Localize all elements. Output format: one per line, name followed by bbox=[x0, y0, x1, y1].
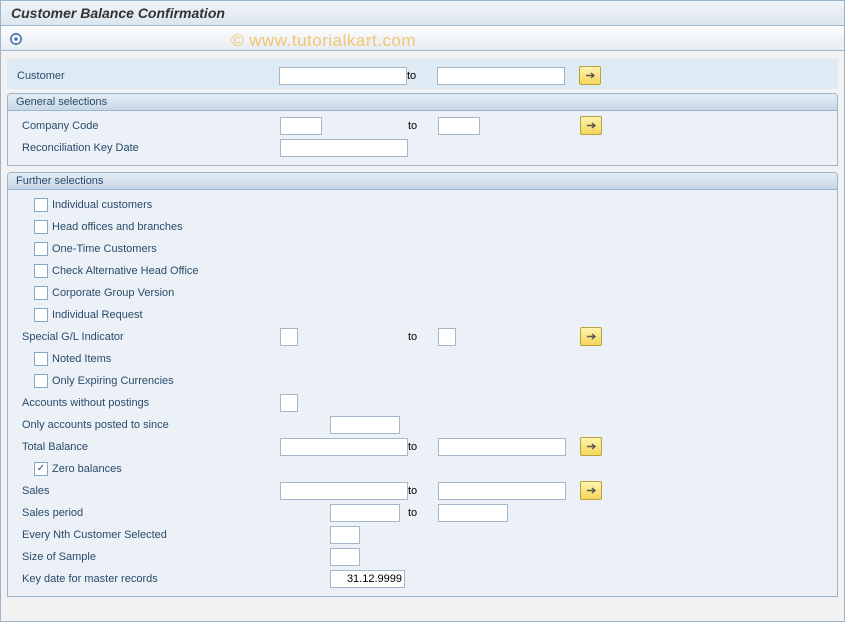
app-toolbar bbox=[1, 26, 844, 51]
special-gl-to[interactable] bbox=[438, 328, 456, 346]
sales-from[interactable] bbox=[280, 482, 408, 500]
sales-period-from[interactable] bbox=[330, 504, 400, 522]
key-date-master-field[interactable] bbox=[330, 570, 405, 588]
special-gl-to-label: to bbox=[408, 331, 417, 343]
key-date-master-label: Key date for master records bbox=[8, 573, 263, 585]
head-offices-checkbox[interactable] bbox=[34, 220, 48, 234]
further-selections-group: Further selections Individual customers … bbox=[7, 172, 838, 597]
customer-to[interactable] bbox=[437, 67, 565, 85]
customer-to-label: to bbox=[407, 70, 416, 82]
total-balance-multiple-selection[interactable] bbox=[580, 437, 602, 456]
special-gl-from[interactable] bbox=[280, 328, 298, 346]
one-time-customers-checkbox[interactable] bbox=[34, 242, 48, 256]
expiring-currencies-label: Only Expiring Currencies bbox=[52, 375, 174, 387]
special-gl-multiple-selection[interactable] bbox=[580, 327, 602, 346]
sales-period-to-label: to bbox=[408, 507, 417, 519]
sales-label: Sales bbox=[8, 485, 263, 497]
individual-request-checkbox[interactable] bbox=[34, 308, 48, 322]
further-selections-title: Further selections bbox=[8, 173, 837, 190]
total-balance-label: Total Balance bbox=[8, 441, 263, 453]
company-code-multiple-selection[interactable] bbox=[580, 116, 602, 135]
size-of-sample-label: Size of Sample bbox=[8, 551, 263, 563]
general-selections-group: General selections Company Code to Recon… bbox=[7, 93, 838, 166]
accounts-no-postings-label: Accounts without postings bbox=[8, 397, 263, 409]
zero-balances-checkbox[interactable]: ✓ bbox=[34, 462, 48, 476]
head-offices-label: Head offices and branches bbox=[52, 221, 183, 233]
sales-period-label: Sales period bbox=[8, 507, 263, 519]
company-code-label: Company Code bbox=[8, 120, 263, 132]
company-code-to[interactable] bbox=[438, 117, 480, 135]
recon-date-label: Reconciliation Key Date bbox=[8, 142, 263, 154]
individual-request-label: Individual Request bbox=[52, 309, 143, 321]
special-gl-label: Special G/L Indicator bbox=[8, 331, 263, 343]
general-selections-title: General selections bbox=[8, 94, 837, 111]
sales-period-to[interactable] bbox=[438, 504, 508, 522]
size-of-sample-field[interactable] bbox=[330, 548, 360, 566]
noted-items-checkbox[interactable] bbox=[34, 352, 48, 366]
company-code-to-label: to bbox=[408, 120, 417, 132]
individual-customers-label: Individual customers bbox=[52, 199, 152, 211]
sales-to-label: to bbox=[408, 485, 417, 497]
individual-customers-checkbox[interactable] bbox=[34, 198, 48, 212]
sales-multiple-selection[interactable] bbox=[580, 481, 602, 500]
customer-from[interactable] bbox=[279, 67, 407, 85]
only-posted-since-label: Only accounts posted to since bbox=[8, 419, 263, 431]
only-posted-since-field[interactable] bbox=[330, 416, 400, 434]
alt-head-office-checkbox[interactable] bbox=[34, 264, 48, 278]
total-balance-to[interactable] bbox=[438, 438, 566, 456]
window-title: Customer Balance Confirmation bbox=[1, 1, 844, 26]
customer-multiple-selection[interactable] bbox=[579, 66, 601, 85]
every-nth-label: Every Nth Customer Selected bbox=[8, 529, 263, 541]
corp-group-version-checkbox[interactable] bbox=[34, 286, 48, 300]
one-time-customers-label: One-Time Customers bbox=[52, 243, 157, 255]
zero-balances-label: Zero balances bbox=[52, 463, 122, 475]
alt-head-office-label: Check Alternative Head Office bbox=[52, 265, 199, 277]
noted-items-label: Noted Items bbox=[52, 353, 111, 365]
execute-icon[interactable] bbox=[9, 32, 23, 46]
customer-label: Customer bbox=[7, 70, 262, 82]
company-code-from[interactable] bbox=[280, 117, 322, 135]
sales-to[interactable] bbox=[438, 482, 566, 500]
accounts-no-postings-field[interactable] bbox=[280, 394, 298, 412]
page-title: Customer Balance Confirmation bbox=[11, 5, 225, 21]
corp-group-version-label: Corporate Group Version bbox=[52, 287, 174, 299]
total-balance-to-label: to bbox=[408, 441, 417, 453]
every-nth-field[interactable] bbox=[330, 526, 360, 544]
total-balance-from[interactable] bbox=[280, 438, 408, 456]
expiring-currencies-checkbox[interactable] bbox=[34, 374, 48, 388]
recon-date-field[interactable] bbox=[280, 139, 408, 157]
